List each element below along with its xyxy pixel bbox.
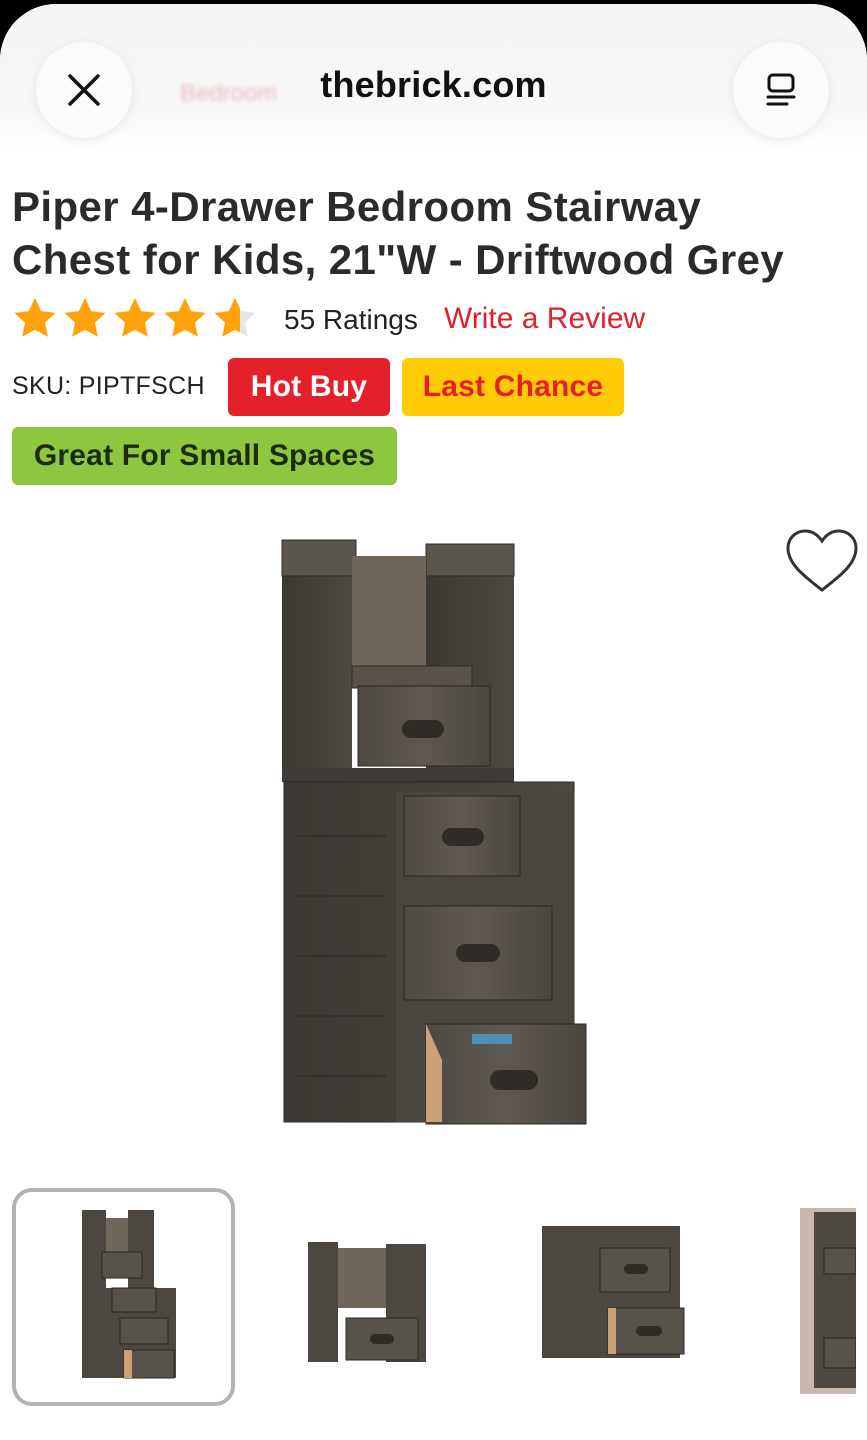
product-title: Piper 4-Drawer Bedroom Stairway Chest fo…	[12, 183, 785, 283]
small-spaces-badge: Great For Small Spaces	[12, 427, 397, 485]
sku-label: SKU: PIPTFSCH	[12, 372, 205, 400]
heart-icon	[786, 529, 858, 592]
hot-buy-badge: Hot Buy	[228, 358, 390, 416]
thumbnail-3[interactable]	[540, 1188, 690, 1368]
thumbnail-1[interactable]	[12, 1188, 235, 1406]
write-review-link[interactable]: Write a Review	[444, 302, 645, 336]
thumbnail-image	[82, 1210, 176, 1379]
star-icon	[64, 297, 106, 337]
favorite-button[interactable]	[784, 528, 860, 599]
star-icon	[114, 297, 156, 337]
reader-button[interactable]	[733, 42, 829, 138]
stairway-chest-image	[281, 539, 587, 1125]
star-rating[interactable]	[12, 294, 258, 344]
last-chance-badge: Last Chance	[402, 358, 624, 416]
browser-sheet: Bedroom thebrick.com Piper 4-Drawer Bedr…	[0, 4, 867, 1440]
thumbnail-2[interactable]	[300, 1188, 435, 1368]
star-icon	[164, 297, 206, 337]
thumbnail-image	[308, 1242, 426, 1362]
star-icon	[14, 297, 56, 337]
star-half-icon	[214, 297, 256, 337]
thumbnail-image	[800, 1208, 856, 1394]
ratings-count[interactable]: 55 Ratings	[284, 304, 418, 336]
reader-icon	[766, 73, 796, 106]
thumbnail-4[interactable]	[800, 1188, 856, 1398]
thumbnail-image	[542, 1226, 685, 1358]
main-product-image[interactable]	[276, 536, 596, 1137]
browser-top-bar: Bedroom thebrick.com	[0, 4, 867, 154]
